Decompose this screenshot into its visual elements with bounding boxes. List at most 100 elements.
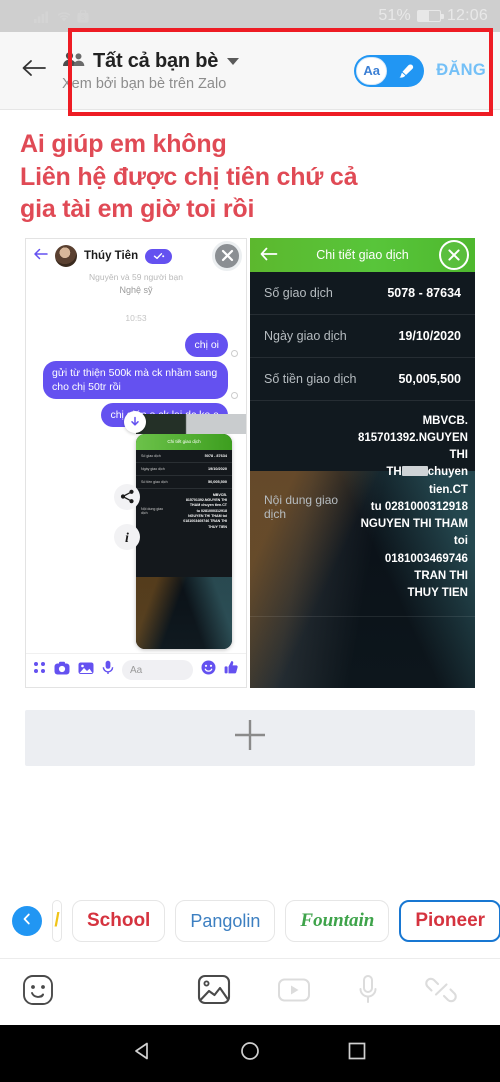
message-bubble: chị oi bbox=[185, 332, 228, 357]
transaction-row: Số giao dịch 5078 - 87634 bbox=[250, 272, 475, 315]
close-x-icon[interactable] bbox=[439, 239, 469, 270]
sticker-smiley-icon bbox=[22, 974, 54, 1011]
chat-screenshot-attachment[interactable]: Thúy Tiên Nguyễn và 59 người bạn Nghệ sỹ… bbox=[25, 237, 247, 688]
gallery-icon[interactable] bbox=[78, 661, 94, 680]
microphone-icon[interactable] bbox=[102, 660, 114, 680]
inner-title-bar: Chi tiết giao dịch bbox=[136, 433, 232, 450]
content-line: NGUYEN THI THAM toi bbox=[360, 518, 468, 548]
audience-selector[interactable]: Tất cả bạn bè Xem bởi bạn bè trên Zalo bbox=[54, 50, 354, 92]
video-button[interactable] bbox=[277, 976, 311, 1009]
content-line: tu 0281000312918 bbox=[370, 500, 468, 513]
back-button[interactable] bbox=[14, 51, 54, 91]
inner-row: Số giao dịch 5078 - 87634 bbox=[136, 450, 232, 463]
chat-header: Thúy Tiên bbox=[26, 238, 246, 274]
message-timestamp: 10:53 bbox=[125, 312, 147, 323]
shopping-bag-icon: S bbox=[77, 9, 89, 23]
thumbs-up-icon[interactable] bbox=[224, 660, 239, 680]
wifi-icon bbox=[56, 10, 72, 23]
font-carousel[interactable]: / School Pangolin Fountain Pioneer bbox=[0, 893, 500, 949]
message-row: gửi từ thiện 500k mà ck nhầm sang cho ch… bbox=[34, 360, 238, 400]
inner-content-line: THAM chuyen tien.CT bbox=[189, 503, 227, 508]
delivered-tick-icon bbox=[231, 349, 238, 357]
content-line: THUY TIEN bbox=[407, 587, 468, 599]
camera-icon[interactable] bbox=[54, 661, 70, 680]
post-text[interactable]: Ai giúp em không Liên hệ được chị tiên c… bbox=[0, 110, 500, 238]
inner-row-value: 50,005,500 bbox=[207, 479, 227, 484]
font-chip-partial[interactable]: / bbox=[52, 900, 62, 942]
font-chip-pioneer[interactable]: Pioneer bbox=[399, 900, 500, 942]
transaction-row: Ngày giao dịch 19/10/2020 bbox=[250, 315, 475, 358]
inner-row-value: 19/10/2020 bbox=[207, 466, 227, 471]
inner-row: Số tiền giao dịch 50,005,500 bbox=[136, 476, 232, 489]
transaction-title: Chi tiết giao dịch bbox=[316, 247, 409, 262]
post-button[interactable]: ĐĂNG bbox=[436, 61, 486, 80]
inner-content-block: Nội dung giao dịch MBVCB. 815701392.NGUY… bbox=[136, 489, 232, 535]
audience-row: Tất cả bạn bè bbox=[62, 50, 354, 73]
link-button[interactable] bbox=[425, 975, 457, 1010]
info-italic-icon[interactable]: i bbox=[114, 523, 140, 550]
voice-button[interactable] bbox=[357, 974, 379, 1011]
inner-row-label: Ngày giao dịch bbox=[141, 466, 165, 471]
post-text-line: Liên hệ được chị tiên chứ cả bbox=[20, 162, 358, 191]
font-chip-fountain[interactable]: Fountain bbox=[285, 900, 390, 942]
message-row: chị oi bbox=[34, 332, 238, 357]
chat-input-toolbar: Aa bbox=[26, 652, 246, 687]
text-style-toggle[interactable]: Aa bbox=[354, 54, 425, 87]
audience-subtitle: Xem bởi bạn bè trên Zalo bbox=[62, 75, 227, 92]
transaction-content-value: MBVCB. 815701392.NGUYEN THI TH chuyen tie… bbox=[358, 413, 468, 603]
microphone-icon bbox=[357, 974, 379, 1011]
nav-home-circle-icon[interactable] bbox=[239, 1040, 261, 1067]
status-bar: S 51% 12:06 bbox=[0, 0, 500, 32]
content-line: MBVCB. bbox=[422, 414, 468, 427]
inner-row: Ngày giao dịch 19/10/2020 bbox=[136, 463, 232, 476]
redaction-bar bbox=[401, 466, 428, 477]
post-text-line: Ai giúp em không bbox=[20, 130, 227, 158]
back-arrow-icon bbox=[21, 58, 47, 83]
carousel-prev-button[interactable] bbox=[12, 906, 42, 936]
transaction-screenshot-attachment[interactable]: Chi tiết giao dịch Số giao dịch 5078 - 8… bbox=[250, 237, 475, 688]
svg-text:i: i bbox=[125, 531, 129, 545]
four-dots-icon[interactable] bbox=[33, 661, 46, 679]
chat-message-input[interactable]: Aa bbox=[122, 660, 193, 680]
transaction-row-value: 5078 - 87634 bbox=[387, 285, 461, 300]
occupation-label: Nghệ sỹ bbox=[119, 284, 153, 295]
header-actions: Aa ĐĂNG bbox=[354, 54, 490, 87]
battery-percent-label: 51% bbox=[378, 7, 411, 24]
chevron-down-icon[interactable] bbox=[227, 57, 240, 65]
share-icon[interactable] bbox=[114, 483, 140, 510]
back-arrow-icon[interactable] bbox=[34, 247, 48, 265]
add-media-button[interactable] bbox=[25, 709, 475, 766]
chat-contact-name: Thúy Tiên bbox=[84, 250, 139, 262]
video-play-icon bbox=[277, 976, 311, 1009]
post-text-line: gia tài em giờ toi rồi bbox=[20, 195, 255, 223]
toggle-text-option[interactable]: Aa bbox=[356, 56, 388, 85]
attached-media-row: Thúy Tiên Nguyễn và 59 người bạn Nghệ sỹ… bbox=[0, 237, 500, 688]
paint-brush-icon[interactable] bbox=[387, 62, 422, 80]
nav-back-triangle-icon[interactable] bbox=[132, 1040, 154, 1067]
android-nav-bar bbox=[0, 1025, 500, 1082]
nav-recents-square-icon[interactable] bbox=[346, 1040, 368, 1067]
chevron-left-icon bbox=[20, 912, 34, 931]
transaction-row-label: Số giao dịch bbox=[264, 285, 333, 300]
photo-button[interactable] bbox=[197, 974, 231, 1011]
transaction-row-value: 19/10/2020 bbox=[398, 328, 461, 343]
inner-content-line: 0181003469746 TRAN THI bbox=[183, 519, 227, 524]
contact-avatar bbox=[55, 245, 77, 267]
transaction-body: Số giao dịch 5078 - 87634 Ngày giao dịch… bbox=[250, 271, 475, 688]
back-arrow-icon[interactable] bbox=[260, 247, 278, 266]
composer-toolbar bbox=[0, 958, 500, 1025]
close-x-icon[interactable] bbox=[212, 240, 242, 271]
transaction-content-label: Nội dung giao dịch bbox=[264, 493, 339, 522]
font-chip-school[interactable]: School bbox=[72, 900, 166, 942]
clock-label: 12:06 bbox=[446, 7, 488, 24]
content-line: TH bbox=[386, 466, 402, 479]
download-arrow-icon[interactable] bbox=[124, 410, 146, 433]
inner-content-value: MBVCB. 815701392.NGUYEN THI THAM chuyen … bbox=[183, 493, 227, 531]
inner-content-line: MBVCB. bbox=[212, 492, 227, 497]
plus-icon bbox=[231, 716, 269, 759]
font-chip-pangolin[interactable]: Pangolin bbox=[175, 900, 276, 942]
smiley-icon[interactable] bbox=[201, 660, 216, 680]
partial-media-strip bbox=[136, 413, 246, 434]
app-header: Tất cả bạn bè Xem bởi bạn bè trên Zalo A… bbox=[0, 28, 500, 116]
sticker-button[interactable] bbox=[22, 974, 54, 1011]
